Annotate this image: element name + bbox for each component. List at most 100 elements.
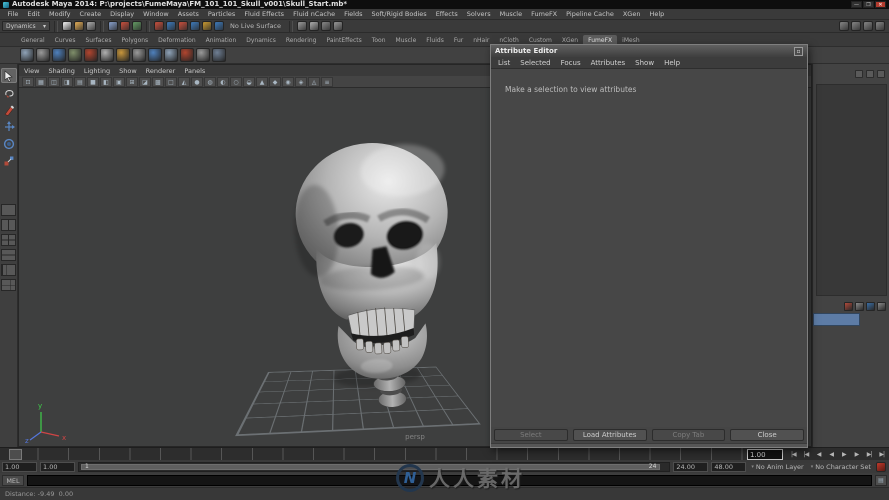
shelf-icon-2[interactable] xyxy=(36,48,50,62)
viewport-toolbar-icon[interactable]: ▦ xyxy=(35,76,47,87)
attribute-editor-menu-item[interactable]: Help xyxy=(664,59,680,67)
attribute-editor-button[interactable]: Close xyxy=(730,429,804,441)
menu-item[interactable]: Fluid nCache xyxy=(289,9,340,19)
viewport-menu-item[interactable]: Shading xyxy=(48,67,74,75)
save-scene-icon[interactable] xyxy=(86,21,96,31)
shelf-tab[interactable]: Polygons xyxy=(116,35,153,46)
select-component-icon[interactable] xyxy=(132,21,142,31)
shelf-tab[interactable]: Dynamics xyxy=(241,35,281,46)
attribute-editor-menu-item[interactable]: List xyxy=(498,59,510,67)
layout-button-two-stacked[interactable] xyxy=(1,249,16,261)
viewport-toolbar-icon[interactable]: ◆ xyxy=(269,76,281,87)
shelf-tab[interactable]: Fur xyxy=(449,35,468,46)
viewport-toolbar-icon[interactable]: ◨ xyxy=(61,76,73,87)
maximize-button[interactable]: ❒ xyxy=(863,1,874,8)
status-divider[interactable] xyxy=(146,20,150,32)
viewport-toolbar-icon[interactable]: ◬ xyxy=(308,76,320,87)
attribute-editor-title-bar[interactable]: Attribute Editor ▫ xyxy=(491,45,807,57)
menu-item[interactable]: Pipeline Cache xyxy=(562,9,619,19)
shelf-icon-9[interactable] xyxy=(148,48,162,62)
new-scene-icon[interactable] xyxy=(62,21,72,31)
select-tool[interactable] xyxy=(0,68,17,83)
channel-box-toggle-icon[interactable] xyxy=(863,21,873,31)
shelf-icon-6[interactable] xyxy=(100,48,114,62)
attribute-editor-menu-item[interactable]: Attributes xyxy=(591,59,626,67)
playback-button[interactable]: ▶ xyxy=(850,451,863,458)
command-line-language-label[interactable]: MEL xyxy=(2,474,24,486)
playback-button[interactable]: ▶| xyxy=(875,451,888,458)
viewport-toolbar-icon[interactable]: ○ xyxy=(230,76,242,87)
render-current-frame-icon[interactable] xyxy=(309,21,320,31)
snap-view-icon[interactable] xyxy=(202,21,212,31)
playback-button[interactable]: ▶| xyxy=(863,451,876,458)
shelf-tab[interactable]: Deformation xyxy=(153,35,200,46)
render-settings-icon[interactable] xyxy=(333,21,344,31)
attribute-editor-button[interactable]: Copy Tab xyxy=(651,429,726,441)
open-scene-icon[interactable] xyxy=(74,21,84,31)
menu-item[interactable]: Create xyxy=(75,9,106,19)
playback-button[interactable]: |◀ xyxy=(787,451,800,458)
viewport-toolbar-icon[interactable]: ▣ xyxy=(113,76,125,87)
viewport-toolbar-icon[interactable]: ◐ xyxy=(217,76,229,87)
character-set-dropdown[interactable]: ▾ No Character Set xyxy=(809,463,873,471)
playback-start-field[interactable] xyxy=(40,461,75,472)
viewport-menu-item[interactable]: Lighting xyxy=(84,67,110,75)
minimize-button[interactable]: — xyxy=(851,1,862,8)
menu-item[interactable]: XGen xyxy=(618,9,645,19)
channel-manipulator-icon[interactable] xyxy=(855,70,863,78)
menu-item[interactable]: Fields xyxy=(340,9,367,19)
shelf-icon-13[interactable] xyxy=(212,48,226,62)
tool-settings-toggle-icon[interactable] xyxy=(851,21,861,31)
viewport-toolbar-icon[interactable]: ◧ xyxy=(100,76,112,87)
shelf-icon-5[interactable] xyxy=(84,48,98,62)
ipr-render-icon[interactable] xyxy=(321,21,332,31)
menu-item[interactable]: Soft/Rigid Bodies xyxy=(367,9,431,19)
shelf-tab[interactable]: Animation xyxy=(201,35,242,46)
shelf-tab[interactable]: Rendering xyxy=(281,35,322,46)
playback-button[interactable]: ◀ xyxy=(812,451,825,458)
construction-history-icon[interactable] xyxy=(297,21,308,31)
playback-end-field[interactable] xyxy=(673,461,709,472)
menu-item[interactable]: File xyxy=(3,9,23,19)
layer-options-icon[interactable] xyxy=(866,302,875,311)
status-divider[interactable] xyxy=(100,20,104,32)
current-frame-marker[interactable] xyxy=(9,449,22,460)
snap-curve-icon[interactable] xyxy=(166,21,176,31)
shelf-tab[interactable]: Curves xyxy=(50,35,81,46)
playback-button[interactable]: ◀ xyxy=(825,451,838,458)
layout-button-graph[interactable] xyxy=(1,279,16,291)
viewport-toolbar-icon[interactable]: ≡ xyxy=(321,76,333,87)
shelf-icon-11[interactable] xyxy=(180,48,194,62)
shelf-icon-7[interactable] xyxy=(116,48,130,62)
viewport-toolbar-icon[interactable]: ▲ xyxy=(256,76,268,87)
layer-move-icon[interactable] xyxy=(877,302,886,311)
shelf-icon-12[interactable] xyxy=(196,48,210,62)
viewport-toolbar-icon[interactable]: ■ xyxy=(87,76,99,87)
attribute-editor-close-icon[interactable]: ▫ xyxy=(794,46,803,56)
close-button[interactable]: ✕ xyxy=(875,1,886,8)
channel-list-area[interactable] xyxy=(816,84,887,296)
menu-item[interactable]: Help xyxy=(645,9,669,19)
playback-button[interactable]: ▶ xyxy=(838,451,851,458)
viewport-toolbar-icon[interactable]: ⊞ xyxy=(126,76,138,87)
shelf-icon-1[interactable] xyxy=(20,48,34,62)
select-hierarchy-icon[interactable] xyxy=(108,21,118,31)
attribute-editor-menu-item[interactable]: Show xyxy=(635,59,654,67)
paint-select-tool[interactable] xyxy=(1,102,17,117)
time-slider[interactable]: |◀|◀◀◀▶▶▶|▶| xyxy=(0,447,889,460)
auto-keyframe-icon[interactable] xyxy=(876,461,886,472)
viewport-menu-item[interactable]: View xyxy=(24,67,39,75)
menu-item[interactable]: Edit xyxy=(23,9,45,19)
snap-plane-icon[interactable] xyxy=(190,21,200,31)
shelf-tab[interactable]: PaintEffects xyxy=(321,35,366,46)
modeling-toolkit-toggle-icon[interactable] xyxy=(875,21,885,31)
menu-item[interactable]: Solvers xyxy=(462,9,495,19)
viewport-toolbar-icon[interactable]: ● xyxy=(191,76,203,87)
new-layer-empty-icon[interactable] xyxy=(855,302,864,311)
shelf-icon-10[interactable] xyxy=(164,48,178,62)
layout-button-outliner[interactable] xyxy=(1,264,16,276)
viewport-menu-item[interactable]: Renderer xyxy=(146,67,176,75)
attribute-editor-button[interactable]: Load Attributes xyxy=(572,429,647,441)
menu-item[interactable]: Effects xyxy=(431,9,462,19)
viewport-toolbar-icon[interactable]: ▩ xyxy=(152,76,164,87)
